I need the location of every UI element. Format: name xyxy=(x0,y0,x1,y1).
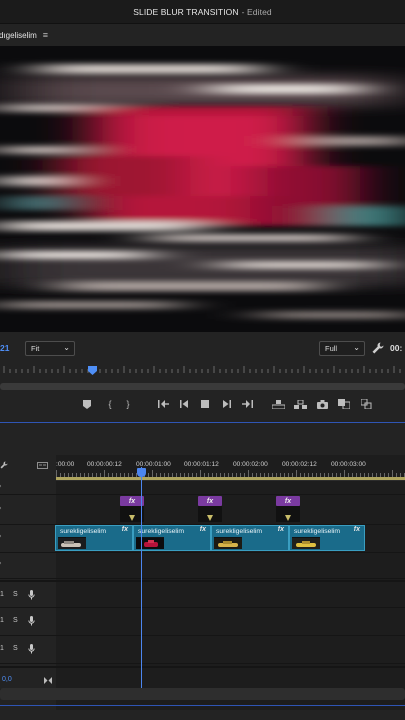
master-volume-value[interactable]: 0,0 xyxy=(2,676,12,683)
extract-icon[interactable] xyxy=(293,397,307,411)
clip-fx-badge[interactable]: fx xyxy=(122,526,128,533)
clip-fx-badge[interactable]: fx xyxy=(200,526,206,533)
microphone-icon[interactable] xyxy=(28,644,35,654)
video-track-v3[interactable]: › fx fx fx xyxy=(0,495,405,525)
go-to-in-icon[interactable] xyxy=(156,397,170,411)
program-monitor-header: dıgeliselim ≡ xyxy=(0,24,405,46)
monitor-controls-bar: 21 Fit ⌄ Full ⌄ 00: xyxy=(0,333,405,363)
playback-resolution-dropdown[interactable]: Full ⌄ xyxy=(319,341,365,356)
monitor-time-ruler[interactable] xyxy=(0,363,405,379)
ruler-label: :00:00 xyxy=(56,461,75,468)
playhead-timecode[interactable]: 21 xyxy=(0,343,9,353)
edited-status: - Edited xyxy=(241,6,272,17)
chevron-down-icon: ⌄ xyxy=(63,343,70,352)
go-to-out-icon[interactable] xyxy=(240,397,254,411)
work-area-bar[interactable] xyxy=(56,477,405,480)
transition-fx-badge[interactable]: fx xyxy=(276,496,300,506)
transition-marker-icon xyxy=(129,515,135,521)
timeline-panel-header xyxy=(0,423,405,455)
clip-thumbnail xyxy=(292,537,320,549)
stop-icon[interactable] xyxy=(198,397,212,411)
clip-name: surekligeliselim xyxy=(294,527,341,535)
clip-thumbnail xyxy=(214,537,242,549)
ruler-label: 00:00:02:12 xyxy=(282,461,317,468)
clip-name: surekligeliselim xyxy=(216,527,263,535)
ruler-label: 00:00:03:00 xyxy=(331,461,366,468)
ruler-label: 00:00:02:00 xyxy=(233,461,268,468)
transition-marker-icon xyxy=(207,515,213,521)
playback-resolution-value: Full xyxy=(325,344,338,353)
video-clip[interactable]: surekligeliselim fx xyxy=(133,525,211,551)
chevron-down-icon: ⌄ xyxy=(353,343,360,352)
clip-name: surekligeliselim xyxy=(60,527,107,535)
clip-fx-badge[interactable]: fx xyxy=(278,526,284,533)
video-track-v2[interactable]: › surekligeliselim fx surekligeliselim f… xyxy=(0,525,405,553)
ruler-label: 00:00:00:12 xyxy=(87,461,122,468)
wrench-icon[interactable] xyxy=(0,461,8,469)
export-frame-icon[interactable] xyxy=(359,397,373,411)
clip-thumbnail xyxy=(58,537,86,549)
window-title-bar: SLIDE BLUR TRANSITION - Edited xyxy=(0,0,405,24)
program-monitor-video xyxy=(0,46,405,332)
comparison-view-icon[interactable] xyxy=(337,397,351,411)
track-number: 1 xyxy=(0,617,4,624)
video-track-v1[interactable]: › xyxy=(0,553,405,579)
video-clip[interactable]: surekligeliselim fx xyxy=(55,525,133,551)
transition-marker-icon xyxy=(285,515,291,521)
step-forward-icon[interactable] xyxy=(219,397,233,411)
clip-fx-badge[interactable]: fx xyxy=(354,526,360,533)
wrench-icon[interactable] xyxy=(371,341,385,355)
track-target-arrow-icon[interactable]: › xyxy=(0,533,1,540)
track-target-arrow-icon[interactable]: › xyxy=(0,560,1,567)
track-number: 1 xyxy=(0,591,4,598)
panel-bottom-border xyxy=(0,705,405,706)
go-to-next-edit-icon[interactable] xyxy=(44,677,52,684)
track-number: 1 xyxy=(0,645,4,652)
track-target-arrow-icon[interactable]: › xyxy=(0,505,1,512)
monitor-zoom-scrollbar[interactable] xyxy=(0,383,405,390)
playhead-line[interactable] xyxy=(141,467,142,689)
monitor-playhead-handle xyxy=(88,366,97,375)
video-clip[interactable]: surekligeliselim fx xyxy=(211,525,289,551)
add-marker-icon[interactable] xyxy=(80,397,94,411)
zoom-level-dropdown[interactable]: Fit ⌄ xyxy=(25,341,75,356)
step-back-icon[interactable] xyxy=(177,397,191,411)
microphone-icon[interactable] xyxy=(28,616,35,626)
microphone-icon[interactable] xyxy=(28,590,35,600)
audio-track-a2[interactable]: 1 S xyxy=(0,608,405,636)
master-track[interactable]: 0,0 xyxy=(0,666,405,690)
video-track-v4[interactable]: › xyxy=(0,481,405,495)
clip-name: surekligeliselim xyxy=(138,527,185,535)
ruler-label: 00:00:01:12 xyxy=(184,461,219,468)
monitor-ruler-ticks xyxy=(3,366,401,375)
lift-icon[interactable] xyxy=(271,397,285,411)
camera-icon[interactable] xyxy=(315,397,329,411)
duration-timecode: 00: xyxy=(390,343,403,353)
transport-controls: { } xyxy=(0,392,405,418)
blurred-frame-image xyxy=(0,46,405,332)
mark-out-icon[interactable]: } xyxy=(121,397,135,411)
solo-track-button[interactable]: S xyxy=(13,645,18,652)
solo-track-button[interactable]: S xyxy=(13,591,18,598)
panel-menu-icon[interactable]: ≡ xyxy=(43,30,48,40)
timeline-zoom-scrollbar[interactable] xyxy=(0,688,405,700)
playhead-handle[interactable] xyxy=(137,468,146,477)
window-title: SLIDE BLUR TRANSITION xyxy=(133,6,239,17)
video-clip[interactable]: surekligeliselim fx xyxy=(289,525,365,551)
transition-fx-badge[interactable]: fx xyxy=(198,496,222,506)
zoom-level-value: Fit xyxy=(31,344,40,353)
audio-track-a1[interactable]: 1 S xyxy=(0,580,405,608)
audio-track-a3[interactable]: 1 S xyxy=(0,636,405,664)
solo-track-button[interactable]: S xyxy=(13,617,18,624)
track-target-arrow-icon[interactable]: › xyxy=(0,483,1,490)
mark-in-icon[interactable]: { xyxy=(103,397,117,411)
captions-icon[interactable] xyxy=(37,462,48,469)
timeline-ruler[interactable]: :00:00 00:00:00:12 00:00:01:00 00:00:01:… xyxy=(56,455,405,481)
timeline-panel: :00:00 00:00:00:12 00:00:01:00 00:00:01:… xyxy=(0,455,405,710)
sequence-tab-name[interactable]: dıgeliselim xyxy=(0,31,37,40)
